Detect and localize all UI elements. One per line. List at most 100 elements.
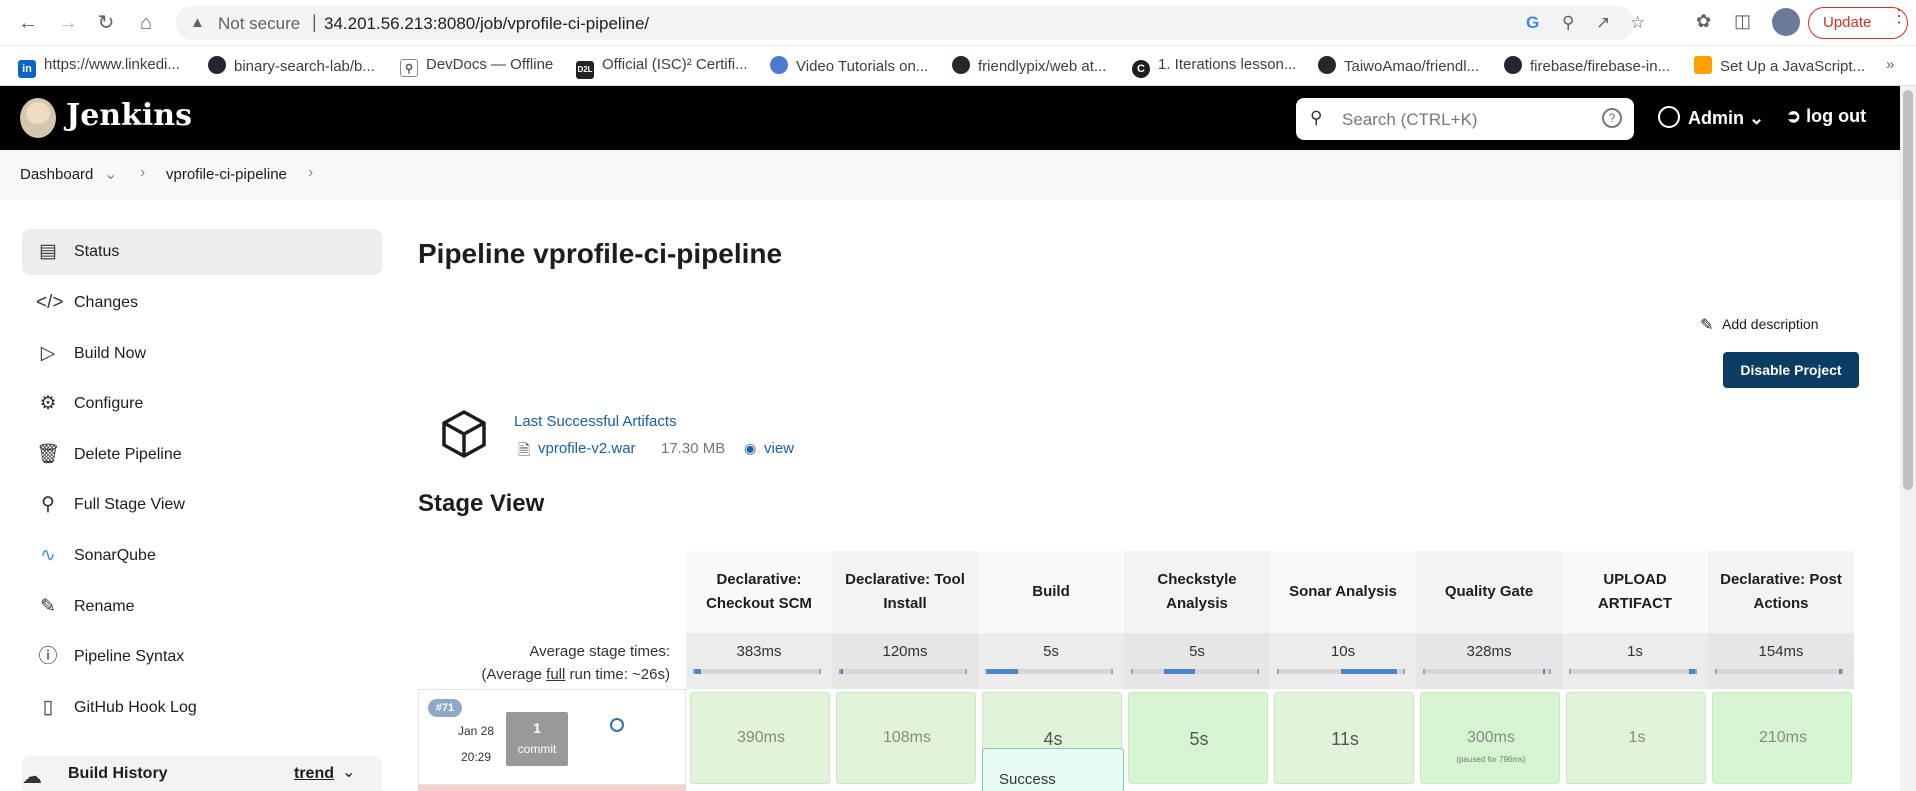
- chevron-down-icon[interactable]: ⌄: [342, 762, 355, 782]
- trash-icon: 🗑: [36, 444, 61, 465]
- forward-icon[interactable]: →: [56, 11, 80, 35]
- gear-icon: ⚙: [39, 393, 57, 414]
- breadcrumb-dashboard[interactable]: Dashboard: [20, 166, 93, 183]
- sidebar-item-full-stage-view[interactable]: ⚲ Full Stage View: [22, 482, 382, 528]
- jenkins-header: Jenkins ⚲ Search (CTRL+K) ? Admin ⌄ ➲ lo…: [0, 86, 1900, 150]
- stage-result-cell[interactable]: 390ms: [690, 692, 830, 784]
- star-icon[interactable]: ☆: [1630, 13, 1645, 33]
- help-icon[interactable]: ?: [1602, 108, 1622, 128]
- avg-cell: 383ms: [686, 633, 832, 689]
- commit-badge[interactable]: 1 commit: [506, 712, 568, 766]
- bookmark-item[interactable]: friendlypix/web at...: [952, 56, 1106, 75]
- avg-bar: [1277, 669, 1405, 674]
- address-bar[interactable]: ▲ Not secure | 34.201.56.213:8080/job/vp…: [176, 6, 1645, 40]
- menu-dots-icon[interactable]: ⋮: [1890, 6, 1908, 27]
- next-run-row: [418, 785, 686, 791]
- user-menu[interactable]: Admin ⌄: [1658, 106, 1764, 129]
- stage-status-popup[interactable]: Success: [982, 748, 1124, 791]
- avg-stage-times-label: Average stage times:: [529, 643, 670, 660]
- code-icon: </>: [36, 292, 64, 313]
- clock-icon[interactable]: [610, 718, 624, 732]
- stage-result-cell[interactable]: 300ms (paused for 796ms): [1420, 692, 1560, 784]
- stage-result-cell[interactable]: 11s: [1274, 692, 1414, 784]
- bookmark-item[interactable]: binary-search-lab/b...: [208, 56, 375, 75]
- bookmark-item[interactable]: firebase/firebase-in...: [1504, 56, 1670, 75]
- disable-project-button[interactable]: Disable Project: [1723, 352, 1859, 388]
- artifact-size: 17.30 MB: [661, 440, 726, 457]
- devdocs-icon: ⚲: [400, 59, 418, 77]
- sidebar-item-pipeline-syntax[interactable]: ⓘ Pipeline Syntax: [22, 634, 382, 680]
- app-title[interactable]: Jenkins: [66, 98, 192, 133]
- github-icon: [952, 56, 970, 74]
- package-icon: [442, 410, 486, 458]
- stage-header: Quality Gate: [1416, 551, 1562, 633]
- avg-cell: 5s: [1124, 633, 1270, 689]
- profile-avatar[interactable]: [1772, 8, 1800, 36]
- back-icon[interactable]: ←: [16, 11, 40, 35]
- video-icon: [770, 56, 788, 74]
- share-icon[interactable]: ↗: [1596, 13, 1610, 33]
- chevron-right-icon: ›: [140, 164, 146, 181]
- url-separator: |: [312, 12, 317, 32]
- sidebar-item-configure[interactable]: ⚙ Configure: [22, 381, 382, 427]
- bookmark-item[interactable]: Set Up a JavaScript...: [1694, 56, 1865, 75]
- bookmark-item[interactable]: in https://www.linkedi...: [18, 56, 180, 78]
- sidebar-item-sonarqube[interactable]: ∿ SonarQube: [22, 533, 382, 579]
- artifact-file-link[interactable]: vprofile-v2.war: [538, 440, 636, 457]
- stage-result-cell[interactable]: 108ms: [836, 692, 976, 784]
- avg-bar: [693, 669, 821, 674]
- play-icon: ▷: [40, 343, 56, 364]
- warning-icon: ▲: [190, 14, 205, 31]
- sidebar-item-delete-pipeline[interactable]: 🗑 Delete Pipeline: [22, 432, 382, 478]
- avg-bar: [985, 669, 1113, 674]
- trend-link[interactable]: trend: [294, 765, 334, 783]
- avg-bar-fill: [1543, 669, 1545, 674]
- stage-result-cell[interactable]: 1s: [1566, 692, 1706, 784]
- breadcrumb-job[interactable]: vprofile-ci-pipeline: [166, 166, 287, 183]
- sidebar-item-github-hook-log[interactable]: ▯ GitHub Hook Log: [22, 685, 382, 731]
- build-number-badge[interactable]: #71: [428, 699, 462, 717]
- chevron-down-icon[interactable]: ⌄: [104, 164, 117, 184]
- artifact-view-link[interactable]: view: [764, 440, 794, 457]
- search-input[interactable]: ⚲ Search (CTRL+K) ?: [1296, 98, 1634, 140]
- scrollbar-thumb[interactable]: [1903, 90, 1913, 490]
- stage-result-cell[interactable]: 5s: [1128, 692, 1268, 784]
- sidebar-item-rename[interactable]: ✎ Rename: [22, 584, 382, 630]
- sidebar-item-changes[interactable]: </> Changes: [22, 280, 382, 326]
- logout-link[interactable]: ➲ log out: [1786, 106, 1866, 127]
- user-icon: [1658, 106, 1680, 128]
- d2l-icon: D2L: [576, 61, 594, 79]
- stage-result-cell[interactable]: 210ms: [1712, 692, 1852, 784]
- file-icon: 🗎: [518, 442, 531, 459]
- bookmark-item[interactable]: Video Tutorials on...: [770, 56, 928, 75]
- avg-bar-fill: [1689, 669, 1695, 674]
- stage-header: Sonar Analysis: [1270, 551, 1416, 633]
- last-successful-artifacts-link[interactable]: Last Successful Artifacts: [514, 413, 677, 430]
- bookmarks-overflow-icon[interactable]: »: [1886, 56, 1894, 73]
- extensions-icon[interactable]: ✿: [1696, 11, 1711, 32]
- bookmark-item[interactable]: ⚲ DevDocs — Offline: [400, 56, 553, 77]
- avg-bar: [839, 669, 967, 674]
- codecademy-icon: C: [1132, 60, 1150, 78]
- zoom-icon[interactable]: ⚲: [1562, 13, 1574, 33]
- avg-full-run-label: (Average full run time: ~26s): [481, 666, 670, 683]
- build-history-title: Build History: [68, 765, 168, 782]
- add-description-link[interactable]: ✎ Add description: [1700, 316, 1819, 334]
- jenkins-logo-icon[interactable]: [20, 98, 56, 138]
- sidebar-item-build-now[interactable]: ▷ Build Now: [22, 331, 382, 377]
- clipboard-icon: ▯: [42, 697, 54, 718]
- sidebar-item-status[interactable]: ▤ Status: [22, 229, 382, 275]
- chevron-right-icon[interactable]: ›: [308, 164, 313, 182]
- stage-header: Build: [978, 551, 1124, 633]
- side-panel-icon[interactable]: ◫: [1734, 11, 1751, 32]
- bookmark-item[interactable]: D2L Official (ISC)² Certifi...: [576, 56, 748, 79]
- reload-icon[interactable]: ↻: [94, 11, 118, 35]
- google-icon[interactable]: G: [1526, 13, 1539, 33]
- home-icon[interactable]: ⌂: [134, 11, 158, 35]
- search-placeholder: Search (CTRL+K): [1342, 110, 1478, 129]
- avg-cell: 328ms: [1416, 633, 1562, 689]
- bookmark-item[interactable]: C 1. Iterations lesson...: [1132, 56, 1296, 78]
- bookmark-item[interactable]: TaiwoAmao/friendl...: [1318, 56, 1479, 75]
- stage-header: Declarative: Checkout SCM: [686, 551, 832, 633]
- avg-cell: 5s: [978, 633, 1124, 689]
